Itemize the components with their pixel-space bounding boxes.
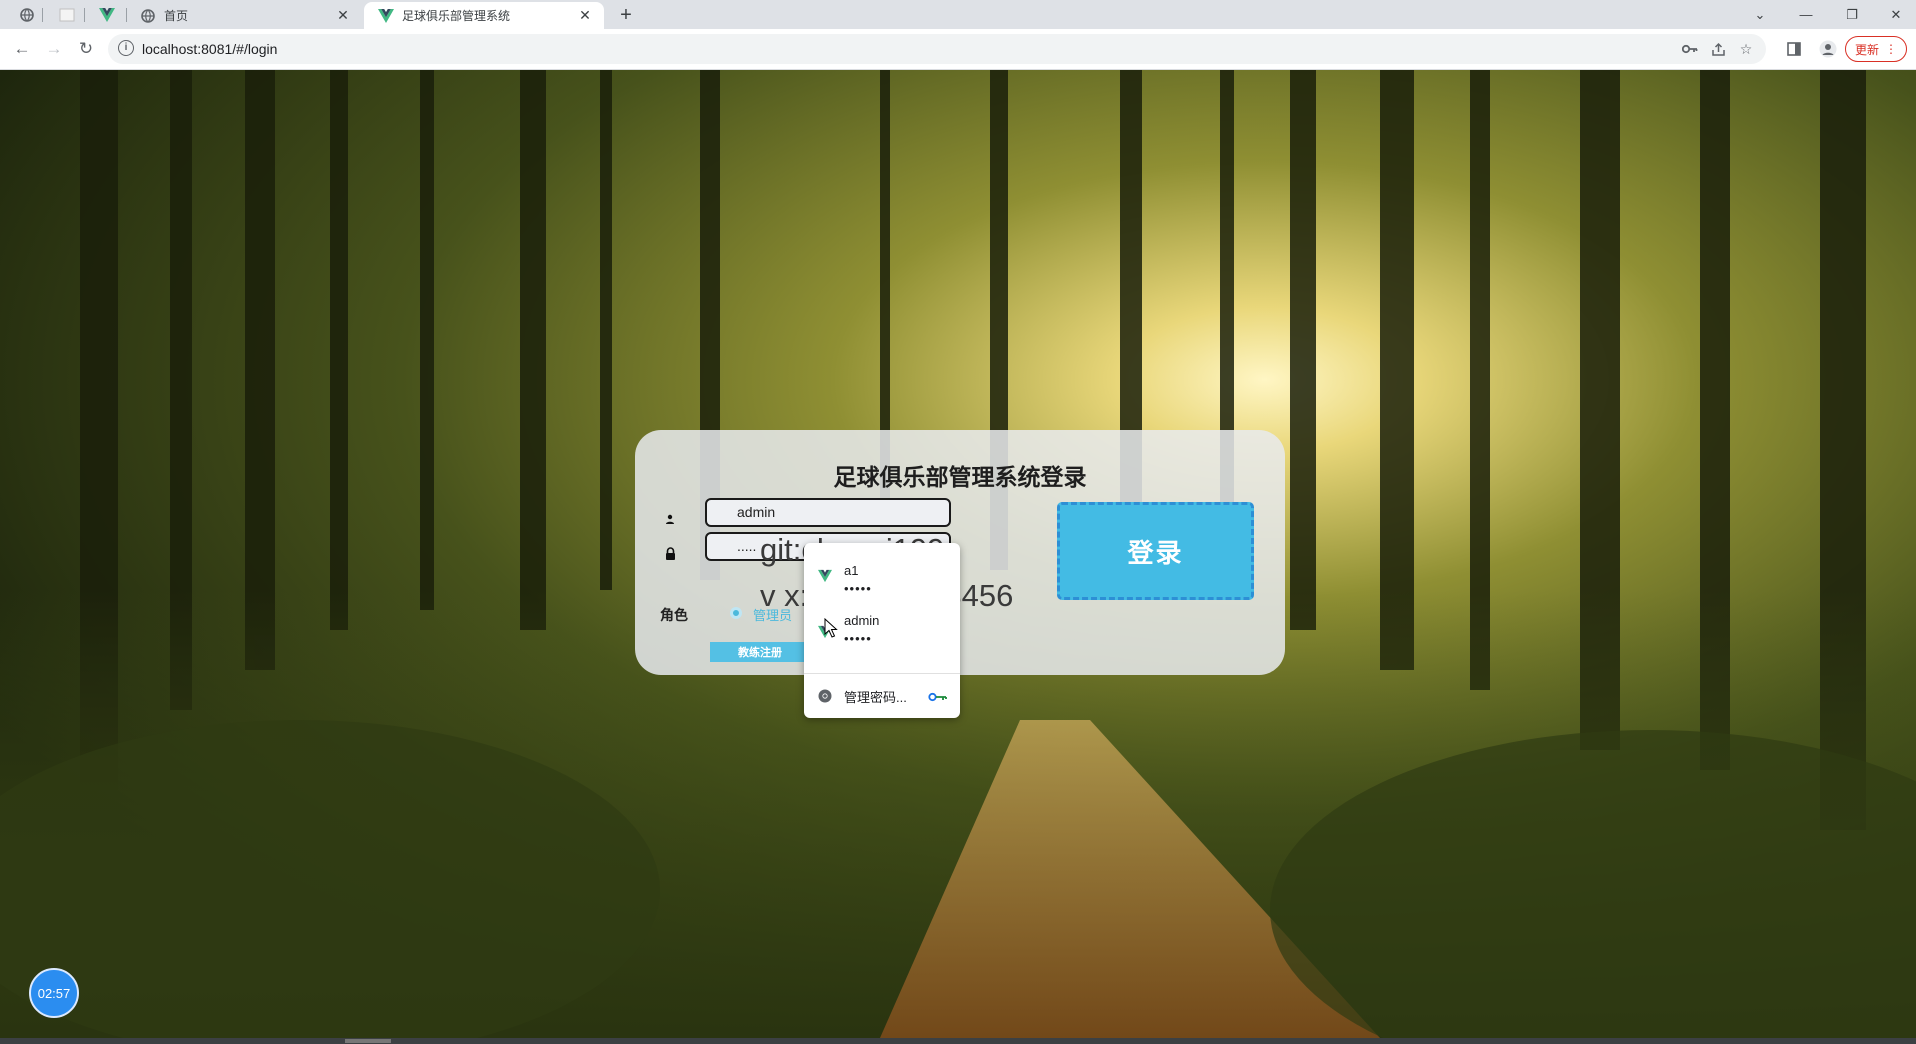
vue-icon bbox=[99, 7, 115, 22]
manage-passwords-link[interactable]: 管理密码... bbox=[844, 687, 907, 706]
user-icon bbox=[663, 512, 677, 526]
close-window-button[interactable]: ✕ bbox=[1876, 0, 1916, 29]
recording-timer-badge: 02:57 bbox=[29, 968, 79, 1018]
more-menu-icon: ⋮ bbox=[1885, 42, 1897, 56]
restore-button[interactable]: ❐ bbox=[1832, 0, 1872, 29]
tab-bar: 首页 ✕ 足球俱乐部管理系统 ✕ + ⌄ — ❐ ✕ bbox=[0, 0, 1916, 29]
side-panel-icon[interactable] bbox=[1784, 39, 1804, 59]
lock-icon bbox=[663, 546, 677, 560]
vue-icon bbox=[378, 8, 394, 24]
role-label: 角色 bbox=[660, 607, 688, 623]
browser-toolbar: ← → ↻ i localhost:8081/#/login ☆ 更新 ⋮ bbox=[0, 29, 1916, 70]
autofill-password: ••••• bbox=[844, 631, 872, 646]
site-info-icon[interactable]: i bbox=[118, 40, 134, 56]
forward-button[interactable]: → bbox=[40, 36, 68, 62]
update-button[interactable]: 更新 ⋮ bbox=[1845, 36, 1907, 62]
login-button[interactable]: 登录 bbox=[1057, 502, 1254, 600]
close-tab-icon[interactable]: ✕ bbox=[334, 7, 352, 24]
pinned-tab-vue[interactable] bbox=[92, 0, 122, 29]
dropdown-divider bbox=[804, 673, 960, 674]
autofill-password: ••••• bbox=[844, 581, 872, 596]
tab-title: 首页 bbox=[164, 9, 189, 23]
update-label: 更新 bbox=[1854, 42, 1879, 57]
back-button[interactable]: ← bbox=[8, 36, 36, 62]
tab-login[interactable]: 足球俱乐部管理系统 ✕ bbox=[364, 2, 604, 29]
username-input[interactable]: admin bbox=[705, 498, 951, 527]
reload-button[interactable]: ↻ bbox=[72, 36, 100, 62]
url-text: localhost:8081/#/login bbox=[142, 41, 278, 57]
bookmark-star-icon[interactable]: ☆ bbox=[1737, 40, 1755, 58]
tab-search-icon[interactable]: ⌄ bbox=[1740, 0, 1780, 29]
new-tab-button[interactable]: + bbox=[614, 3, 638, 27]
minimize-button[interactable]: — bbox=[1786, 0, 1826, 29]
address-bar[interactable]: i localhost:8081/#/login ☆ bbox=[108, 34, 1766, 64]
vue-icon bbox=[818, 569, 832, 583]
profile-avatar-icon[interactable] bbox=[1818, 39, 1838, 59]
autofill-entry-a1[interactable]: a1 ••••• bbox=[804, 543, 960, 596]
autofill-username: a1 bbox=[844, 563, 859, 578]
globe-icon bbox=[20, 7, 34, 22]
coach-register-button[interactable]: 教练注册 bbox=[710, 642, 810, 662]
pinned-tab-globe[interactable] bbox=[12, 0, 42, 29]
chrome-icon bbox=[818, 689, 832, 703]
pinned-tab-blank[interactable] bbox=[52, 0, 82, 29]
bottom-scroll-strip bbox=[0, 1038, 1916, 1044]
share-icon[interactable] bbox=[1709, 40, 1727, 58]
page-icon bbox=[59, 8, 75, 21]
login-title: 足球俱乐部管理系统登录 bbox=[833, 464, 1087, 490]
globe-icon bbox=[140, 8, 156, 24]
key-icon[interactable] bbox=[1681, 40, 1699, 58]
close-tab-icon[interactable]: ✕ bbox=[576, 7, 594, 24]
key-icon bbox=[928, 692, 947, 702]
tab-home[interactable]: 首页 ✕ bbox=[126, 2, 362, 29]
role-radio-admin[interactable] bbox=[730, 607, 742, 619]
login-card: 足球俱乐部管理系统登录 admin ..... 角色 管理员 教练注册 登录 bbox=[635, 430, 1285, 675]
tab-title: 足球俱乐部管理系统 bbox=[402, 9, 511, 23]
autofill-username: admin bbox=[844, 613, 880, 628]
mouse-cursor-icon bbox=[824, 618, 838, 638]
